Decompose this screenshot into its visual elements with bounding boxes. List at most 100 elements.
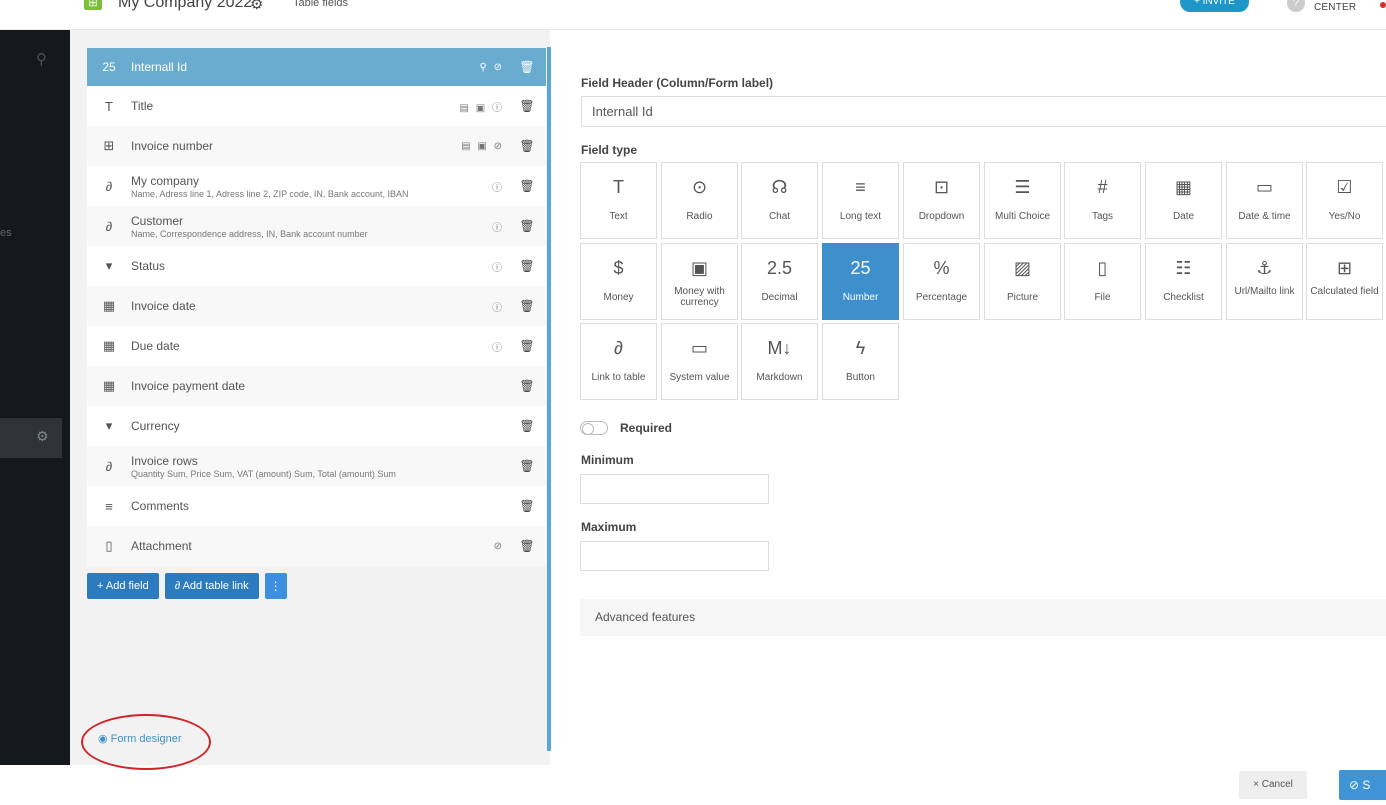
delete-icon[interactable]: 🗑 [514,299,540,313]
field-row[interactable]: T Title ▤ ▣ ⓘ 🗑 [87,86,546,126]
field-type-tile[interactable]: # Tags [1064,162,1141,239]
field-name: Invoice date [131,299,196,313]
field-row[interactable]: 25 Internall Id ⚲ ⊘ 🗑 [87,48,546,86]
field-type-tile[interactable]: ⊙ Radio [661,162,738,239]
field-type-tile[interactable]: 25 Number [822,243,899,320]
field-type-icon: ∂ [105,458,113,474]
field-flags-icons[interactable]: ⚲ ⊘ [480,62,504,73]
field-type-tile-label: Percentage [915,292,968,303]
search-icon[interactable]: ⚲ [36,50,47,68]
field-flags-icons[interactable]: ▤ ▣ ⊘ [461,141,504,152]
add-field-button[interactable]: + Add field [87,573,159,599]
delete-icon[interactable]: 🗑 [514,219,540,233]
field-subtitle: Name, Correspondence address, IN, Bank a… [131,228,368,239]
field-row[interactable]: ∂ Invoice rows Quantity Sum, Price Sum, VA… [87,446,546,486]
field-type-tile-label: Date & time [1238,211,1291,222]
field-type-tile[interactable]: ϟ Button [822,323,899,400]
field-type-tile-icon: ⊡ [933,177,950,197]
sidebar-item-label[interactable]: es [0,227,12,239]
maximum-input[interactable] [580,541,769,571]
field-type-tile-icon: ▨ [1013,258,1031,278]
field-type-tile[interactable]: $ Money [580,243,657,320]
field-type-tile[interactable]: T Text [580,162,657,239]
field-row[interactable]: ▯ Attachment ⊘ 🗑 [87,526,546,566]
field-row[interactable]: ▦ Invoice payment date 🗑 [87,366,546,406]
field-type-icon: ▾ [105,258,113,273]
invite-button[interactable]: + INVITE [1180,0,1249,12]
field-type-tile[interactable]: ∂ Link to table [580,323,657,400]
field-type-tile[interactable]: ☰ Multi Choice [984,162,1061,239]
field-flags-icons[interactable]: ⊘ [494,541,504,552]
field-flags-icons[interactable]: ▤ ▣ ⓘ [460,99,504,114]
field-row[interactable]: ▾ Status ⓘ 🗑 [87,246,546,286]
field-row-text: Invoice payment date [131,379,504,393]
settings-gear-icon[interactable]: ⚙ [36,428,49,445]
field-type-tile[interactable]: M↓ Markdown [741,323,818,400]
field-type-tile-label: Text [609,211,628,222]
app-settings-gear-icon[interactable]: ⚙ [250,0,263,13]
help-center-icon[interactable]: ? [1287,0,1305,12]
delete-icon[interactable]: 🗑 [514,60,540,74]
field-type-tile[interactable]: ▨ Picture [984,243,1061,320]
save-button[interactable]: ⊘ S [1339,770,1386,800]
delete-icon[interactable]: 🗑 [514,179,540,193]
delete-icon[interactable]: 🗑 [514,139,540,153]
field-type-tile[interactable]: ⚓ Url/Mailto link [1226,243,1303,320]
field-flags-icons[interactable]: ⓘ [492,299,504,314]
field-type-tile-icon: # [1097,177,1108,197]
field-type-tile[interactable]: ▭ Date & time [1226,162,1303,239]
field-type-tile[interactable]: ☑ Yes/No [1306,162,1383,239]
field-row[interactable]: ∂ My company Name, Adress line 1, Adress l… [87,166,546,206]
field-flags-icons[interactable]: ⓘ [492,259,504,274]
field-row-text: Comments [131,499,504,513]
field-row[interactable]: ∂ Customer Name, Correspondence address, I… [87,206,546,246]
field-flags-icons[interactable]: ⓘ [492,179,504,194]
field-type-tile[interactable]: ☊ Chat [741,162,818,239]
field-type-tile[interactable]: ⊡ Dropdown [903,162,980,239]
field-type-tile[interactable]: ☷ Checklist [1145,243,1222,320]
delete-icon[interactable]: 🗑 [514,459,540,473]
required-toggle[interactable] [580,421,608,435]
field-type-tile[interactable]: % Percentage [903,243,980,320]
field-row[interactable]: ≡ Comments 🗑 [87,486,546,526]
field-row[interactable]: ▦ Invoice date ⓘ 🗑 [87,286,546,326]
field-row[interactable]: ▾ Currency 🗑 [87,406,546,446]
field-type-tile-label: Calculated field [1310,286,1379,297]
field-type-tile[interactable]: ▯ File [1064,243,1141,320]
field-type-tile-label: Link to table [591,372,646,383]
help-center-label[interactable]: CENTER [1314,2,1356,13]
field-type-tile[interactable]: ▣ Money with currency [661,243,738,320]
field-row[interactable]: ▦ Due date ⓘ 🗑 [87,326,546,366]
field-type-icon: ∂ [105,218,113,234]
field-row[interactable]: ⊞ Invoice number ▤ ▣ ⊘ 🗑 [87,126,546,166]
delete-icon[interactable]: 🗑 [514,419,540,433]
field-type-tile[interactable]: ≡ Long text [822,162,899,239]
delete-icon[interactable]: 🗑 [514,539,540,553]
field-type-tile-icon: ▭ [690,338,708,358]
field-flags-icons[interactable]: ⓘ [492,339,504,354]
delete-icon[interactable]: 🗑 [514,379,540,393]
delete-icon[interactable]: 🗑 [514,339,540,353]
field-editor: Field Header (Column/Form label) Field t… [551,30,1386,751]
add-table-link-button[interactable]: ∂ Add table link [164,573,259,599]
delete-icon[interactable]: 🗑 [514,99,540,113]
field-row-text: Customer Name, Correspondence address, IN… [131,214,492,239]
app-title: My Company 2022 [118,0,253,11]
field-type-tile-label: Long text [839,211,882,222]
field-type-tile[interactable]: ▭ System value [661,323,738,400]
field-header-input[interactable] [581,96,1386,127]
field-type-tile[interactable]: ▦ Date [1145,162,1222,239]
advanced-features-toggle[interactable]: Advanced features [580,599,1386,636]
cancel-button[interactable]: × Cancel [1239,771,1307,799]
sidebar-item-settings-active[interactable] [0,418,62,458]
field-type-tile[interactable]: ⊞ Calculated field [1306,243,1383,320]
field-row-text: Attachment [131,539,494,553]
minimum-input[interactable] [580,474,769,504]
delete-icon[interactable]: 🗑 [514,259,540,273]
delete-icon[interactable]: 🗑 [514,499,540,513]
field-type-tile[interactable]: 2.5 Decimal [741,243,818,320]
field-flags-icons[interactable]: ⓘ [492,219,504,234]
field-type-tile-label: Tags [1091,211,1114,222]
more-options-button[interactable]: ⋮ [264,573,287,599]
field-type-icon: 25 [102,60,116,74]
